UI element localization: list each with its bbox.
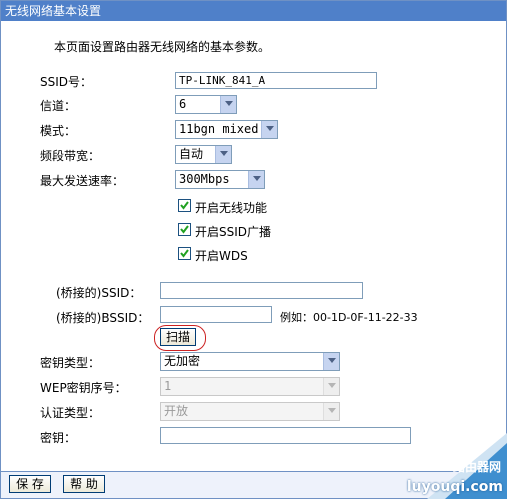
help-button[interactable]: 帮 助 bbox=[63, 475, 105, 493]
bandwidth-value: 自动 bbox=[179, 147, 204, 161]
chevron-down-icon bbox=[323, 403, 339, 420]
maxrate-select[interactable]: 300Mbps bbox=[175, 170, 265, 189]
wep-index-select[interactable]: 1 bbox=[160, 377, 340, 396]
channel-select[interactable]: 6 bbox=[175, 95, 237, 114]
ssid-broadcast-checkbox[interactable] bbox=[178, 223, 191, 236]
intro-text: 本页面设置路由器无线网络的基本参数。 bbox=[54, 40, 271, 54]
wep-index-label: WEP密钥序号： bbox=[40, 381, 127, 395]
window-title: 无线网络基本设置 bbox=[1, 1, 506, 21]
key-type-value: 无加密 bbox=[164, 354, 201, 368]
wireless-enable-checkbox[interactable] bbox=[178, 199, 191, 212]
maxrate-value: 300Mbps bbox=[179, 172, 230, 186]
key-label: 密钥： bbox=[40, 431, 77, 445]
bssid-example-text: 例如：00-1D-0F-11-22-33 bbox=[280, 311, 418, 324]
chevron-down-icon bbox=[248, 171, 264, 188]
auth-type-value: 开放 bbox=[164, 404, 189, 418]
checkmark-icon bbox=[180, 249, 189, 258]
chevron-down-icon bbox=[220, 96, 236, 113]
mode-select[interactable]: 11bgn mixed bbox=[175, 120, 278, 139]
chevron-down-icon bbox=[261, 121, 277, 138]
scan-button[interactable]: 扫描 bbox=[160, 328, 196, 346]
channel-label: 信道： bbox=[40, 99, 77, 113]
wds-label: 开启WDS bbox=[195, 249, 248, 263]
chevron-down-icon bbox=[215, 146, 231, 163]
key-type-select[interactable]: 无加密 bbox=[160, 352, 340, 371]
ssid-broadcast-label: 开启SSID广播 bbox=[195, 225, 272, 239]
bridge-ssid-input[interactable] bbox=[160, 282, 363, 299]
settings-panel: 本页面设置路由器无线网络的基本参数。 SSID号： TP-LINK_841_A … bbox=[0, 21, 507, 471]
bridge-bssid-input[interactable] bbox=[160, 306, 272, 323]
wireless-enable-label: 开启无线功能 bbox=[195, 201, 268, 215]
mode-label: 模式： bbox=[40, 124, 77, 138]
channel-value: 6 bbox=[179, 97, 187, 111]
auth-type-select[interactable]: 开放 bbox=[160, 402, 340, 421]
ssid-label: SSID号： bbox=[40, 75, 93, 89]
site-watermark: 路由器网 luyouqi.com bbox=[397, 429, 507, 499]
chevron-down-icon bbox=[323, 378, 339, 395]
mode-value: 11bgn mixed bbox=[179, 122, 259, 136]
checkmark-icon bbox=[180, 225, 189, 234]
bridge-ssid-label: (桥接的)SSID： bbox=[56, 286, 142, 300]
watermark-line1: 路由器网 bbox=[452, 460, 501, 474]
bridge-bssid-label: (桥接的)BSSID： bbox=[56, 311, 150, 325]
bandwidth-label: 频段带宽： bbox=[40, 149, 101, 163]
watermark-line2: luyouqi.com bbox=[406, 479, 503, 495]
checkmark-icon bbox=[180, 201, 189, 210]
key-input[interactable] bbox=[160, 427, 411, 444]
ssid-input[interactable]: TP-LINK_841_A bbox=[175, 72, 377, 89]
chevron-down-icon bbox=[323, 353, 339, 370]
bandwidth-select[interactable]: 自动 bbox=[175, 145, 232, 164]
wds-checkbox[interactable] bbox=[178, 247, 191, 260]
maxrate-label: 最大发送速率： bbox=[40, 174, 125, 188]
wep-index-value: 1 bbox=[164, 379, 172, 393]
key-type-label: 密钥类型： bbox=[40, 356, 101, 370]
save-button[interactable]: 保 存 bbox=[9, 475, 51, 493]
auth-type-label: 认证类型： bbox=[40, 406, 101, 420]
